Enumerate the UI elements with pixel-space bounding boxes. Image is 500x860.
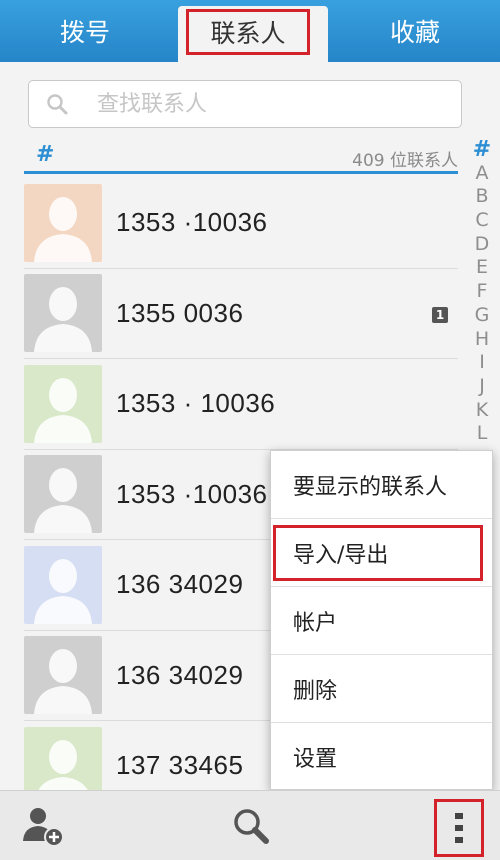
index-letter[interactable]: E xyxy=(476,256,488,280)
contact-row[interactable]: 1353 · 10036 xyxy=(24,359,458,450)
tab-contacts[interactable]: 联系人 xyxy=(178,6,328,62)
menu-item-settings[interactable]: 设置 xyxy=(271,723,492,791)
contact-number: 1353 ·10036 xyxy=(116,207,268,238)
contact-row[interactable]: 1355 0036 1 xyxy=(24,269,458,359)
index-letter[interactable]: F xyxy=(477,280,488,304)
more-options-button[interactable] xyxy=(434,799,484,857)
bottom-toolbar xyxy=(0,790,500,860)
index-letter[interactable]: # xyxy=(473,138,491,162)
avatar-icon xyxy=(24,274,102,353)
avatar-icon xyxy=(24,455,102,534)
avatar-icon xyxy=(24,545,102,624)
sim-badge-icon: 1 xyxy=(432,306,448,323)
contact-number: 136 34029 xyxy=(116,659,244,690)
menu-item-accounts[interactable]: 帐户 xyxy=(271,587,492,655)
contact-number: 1355 0036 xyxy=(116,297,244,328)
avatar-icon xyxy=(24,636,102,715)
tab-bar: 拨号 联系人 收藏 xyxy=(0,0,500,62)
index-letter[interactable]: D xyxy=(475,233,490,257)
section-letter: # xyxy=(36,142,55,167)
avatar-icon xyxy=(24,183,102,262)
menu-item-delete[interactable]: 删除 xyxy=(271,655,492,723)
more-vertical-icon xyxy=(455,813,463,843)
index-letter[interactable]: L xyxy=(477,422,488,446)
contact-number: 136 34029 xyxy=(116,569,244,600)
search-box[interactable] xyxy=(28,80,462,128)
tab-dial[interactable]: 拨号 xyxy=(0,0,170,62)
overflow-menu: 要显示的联系人 导入/导出 帐户 删除 设置 xyxy=(270,450,493,790)
index-letter[interactable]: A xyxy=(476,162,489,186)
index-letter[interactable]: K xyxy=(476,399,488,423)
tab-favorites[interactable]: 收藏 xyxy=(330,0,500,62)
search-icon xyxy=(29,92,85,116)
add-contact-button[interactable] xyxy=(18,801,68,851)
search-icon xyxy=(234,809,269,844)
contact-number: 1353 · 10036 xyxy=(116,388,276,419)
contact-number: 1353 ·10036 xyxy=(116,478,268,509)
index-letter[interactable]: B xyxy=(475,185,488,209)
alphabet-index-bar[interactable]: # A B C D E F G H I J K L xyxy=(469,138,495,446)
highlight-box xyxy=(273,525,483,581)
index-letter[interactable]: H xyxy=(475,328,489,352)
search-input[interactable] xyxy=(85,91,445,117)
contact-count: 409 位联系人 xyxy=(352,151,458,171)
index-letter[interactable]: G xyxy=(475,304,490,328)
add-contact-icon xyxy=(23,808,64,847)
index-letter[interactable]: J xyxy=(479,375,485,399)
contact-row[interactable]: 1353 ·10036 xyxy=(24,178,458,269)
avatar-icon xyxy=(24,364,102,443)
menu-item-display-contacts[interactable]: 要显示的联系人 xyxy=(271,451,492,519)
index-letter[interactable]: C xyxy=(475,209,488,233)
tab-contacts-label: 联系人 xyxy=(186,9,310,55)
contact-number: 137 33465 xyxy=(116,750,244,781)
section-header: # 409 位联系人 xyxy=(24,142,458,174)
search-button[interactable] xyxy=(226,801,276,851)
menu-item-import-export[interactable]: 导入/导出 xyxy=(271,519,492,587)
index-letter[interactable]: I xyxy=(479,351,485,375)
